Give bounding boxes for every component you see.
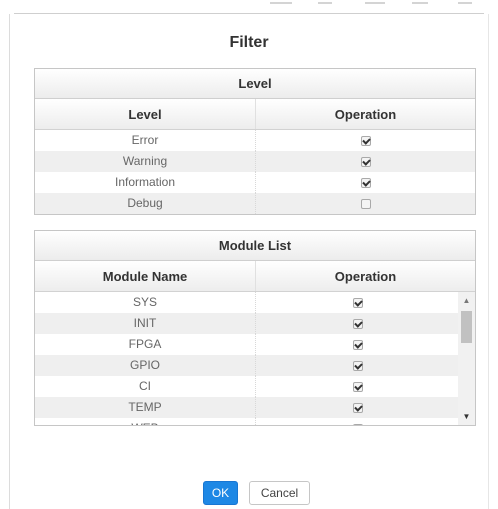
level-panel-title: Level: [35, 69, 475, 99]
module-row: FPGA: [35, 334, 459, 355]
operation-checkbox[interactable]: [352, 297, 363, 308]
operation-cell: [256, 130, 475, 151]
operation-checkbox[interactable]: [352, 339, 363, 350]
module-table-body: SYSINITFPGAGPIOCITEMPWEB: [35, 292, 459, 425]
row-label: WEB: [35, 418, 256, 425]
frame-artifact: [458, 2, 472, 4]
level-table-header: Level Operation: [35, 99, 475, 130]
operation-checkbox[interactable]: [352, 402, 363, 413]
operation-checkbox[interactable]: [360, 198, 371, 209]
operation-cell: [256, 355, 459, 376]
row-label: CI: [35, 376, 256, 397]
module-row: GPIO: [35, 355, 459, 376]
column-header-level: Level: [35, 99, 256, 129]
column-header-operation: Operation: [334, 269, 397, 284]
operation-cell: [256, 313, 459, 334]
module-panel-title: Module List: [35, 231, 475, 261]
frame-left-border: [9, 14, 10, 509]
operation-cell: [256, 418, 459, 425]
frame-artifact: [270, 2, 292, 4]
operation-checkbox[interactable]: [360, 177, 371, 188]
level-row: Error: [35, 130, 475, 151]
column-header-module-name: Module Name: [35, 261, 256, 291]
level-panel: Level Level Operation Error Warning Inform…: [34, 68, 476, 215]
column-header-operation: Operation: [334, 107, 397, 122]
operation-cell: [256, 397, 459, 418]
module-row: INIT: [35, 313, 459, 334]
module-row: SYS: [35, 292, 459, 313]
level-row: Information: [35, 172, 475, 193]
operation-cell: [256, 193, 475, 214]
row-label: Error: [35, 130, 256, 151]
frame-right-border: [488, 14, 489, 509]
module-row: TEMP: [35, 397, 459, 418]
row-label: Warning: [35, 151, 256, 172]
module-row: CI: [35, 376, 459, 397]
scroll-up-arrow-icon[interactable]: ▲: [458, 292, 475, 309]
operation-checkbox[interactable]: [360, 156, 371, 167]
operation-cell: [256, 151, 475, 172]
row-label: TEMP: [35, 397, 256, 418]
row-label: Information: [35, 172, 256, 193]
module-row: WEB: [35, 418, 459, 425]
row-label: FPGA: [35, 334, 256, 355]
operation-cell: [256, 172, 475, 193]
operation-checkbox[interactable]: [352, 360, 363, 371]
operation-cell: [256, 334, 459, 355]
row-label: GPIO: [35, 355, 256, 376]
operation-checkbox[interactable]: [360, 135, 371, 146]
row-label: INIT: [35, 313, 256, 334]
operation-checkbox[interactable]: [352, 318, 363, 329]
cancel-button[interactable]: Cancel: [249, 481, 310, 505]
frame-top-border: [14, 13, 484, 14]
operation-checkbox[interactable]: [352, 423, 363, 425]
level-row: Debug: [35, 193, 475, 214]
module-list-scrollbar[interactable]: ▲ ▼: [458, 292, 475, 425]
scroll-down-arrow-icon[interactable]: ▼: [458, 408, 475, 425]
frame-artifact: [318, 2, 332, 4]
operation-cell: [256, 376, 459, 397]
module-list-panel: Module List Module Name Operation SYS INI…: [34, 230, 476, 426]
module-list-scroll-area[interactable]: SYSINITFPGAGPIOCITEMPWEB ▲ ▼: [35, 292, 475, 425]
row-label: SYS: [35, 292, 256, 313]
operation-checkbox[interactable]: [352, 381, 363, 392]
frame-artifact: [412, 2, 428, 4]
ok-button[interactable]: OK: [203, 481, 238, 505]
frame-artifact: [365, 2, 385, 4]
level-table-body: Error Warning Information Debug: [35, 130, 475, 214]
level-row: Warning: [35, 151, 475, 172]
background-window-frame: [0, 0, 498, 14]
row-label: Debug: [35, 193, 256, 214]
module-table-header: Module Name Operation: [35, 261, 475, 292]
operation-cell: [256, 292, 459, 313]
dialog-title: Filter: [229, 34, 269, 51]
scrollbar-thumb[interactable]: [461, 311, 472, 343]
